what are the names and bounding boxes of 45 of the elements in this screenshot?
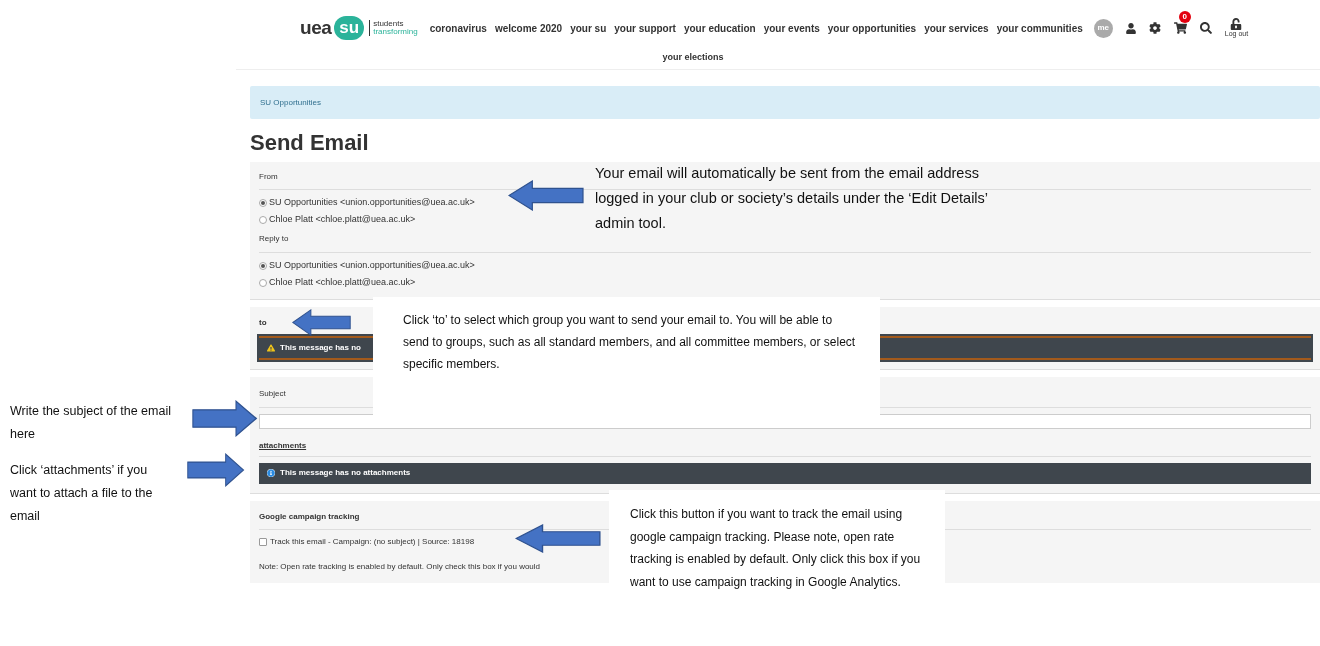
cart-count-badge: 0 [1178,11,1191,23]
cart-icon[interactable] [1173,22,1187,34]
breadcrumb-bar: SU Opportunities [250,86,1320,119]
nav-link[interactable]: your services [924,20,989,36]
user-icon[interactable] [1125,22,1136,34]
info-text: This message has no attachments [280,467,411,479]
radio-label: SU Opportunities <union.opportunities@uea.ac.uk> [269,195,475,209]
nav-link[interactable]: your support [614,20,676,36]
callout-text: Click ‘to’ to select which group you want to send your email to. You will be able to send to groups, such as all standard members, and all committee members, or select specific members. [403,312,857,373]
radio-button[interactable] [259,215,267,224]
radio-label: Chloe Platt <chloe.platt@uea.ac.uk> [269,275,416,289]
settings-icon[interactable] [1148,22,1161,34]
side-note: Click ‘attachments’ if you want to attach a file to the email [10,462,154,525]
nav-link[interactable]: welcome 2020 [494,20,563,36]
side-note: Write the subject of the email here [10,403,172,443]
info-icon [267,469,275,477]
tracking-note: Note: Open rate tracking is enabled by default. Only check this box if you would [259,560,541,573]
nav-link[interactable]: your education [683,20,756,36]
nav-link[interactable]: your opportunities [827,20,917,36]
radio-button[interactable] [259,278,267,287]
callout-arrow [187,453,245,487]
lock-icon[interactable] [1230,18,1243,30]
page-title: Send Email [250,129,370,157]
warning-icon [267,344,275,352]
callout-arrow [192,400,258,437]
logo-tagline: transforming [373,28,418,36]
nav-link[interactable]: coronavirus [429,20,487,36]
attachments-link[interactable]: attachments [259,439,1311,457]
warning-text: This message has no [280,342,361,354]
nav-link[interactable]: your elections [662,50,724,65]
reply-to-label: Reply to [259,228,1311,253]
radio-label: SU Opportunities <union.opportunities@uea.ac.uk> [269,258,475,272]
radio-label: Chloe Platt <chloe.platt@uea.ac.uk> [269,212,416,226]
radio-button[interactable] [259,261,267,270]
logo-badge: su [334,16,365,40]
nav-link[interactable]: your events [763,20,820,36]
checkbox-label: Track this email - Campaign: (no subject) | Source: 18198 [270,535,475,548]
checkbox[interactable] [259,537,267,546]
callout-arrow [292,309,351,336]
nav-link[interactable]: your communities [996,20,1083,36]
logo-wordmark: uea [300,15,332,40]
search-icon[interactable] [1199,22,1212,34]
logo-tagline: students [373,20,405,28]
radio-button[interactable] [259,198,267,207]
nav-link[interactable]: your su [570,20,607,36]
